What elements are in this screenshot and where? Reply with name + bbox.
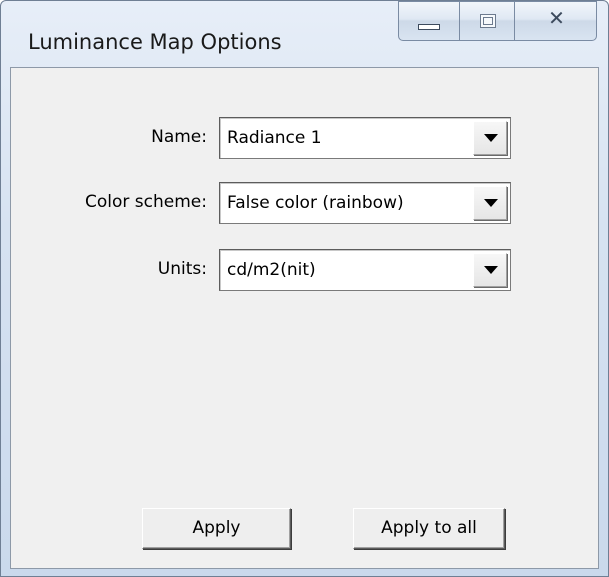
window-caption-buttons: ✕ — [398, 1, 597, 43]
apply-to-all-button[interactable]: Apply to all — [353, 508, 505, 549]
chevron-down-icon — [484, 199, 498, 207]
color-scheme-dropdown-value: False color (rainbow) — [227, 193, 404, 213]
close-button[interactable]: ✕ — [514, 1, 597, 41]
maximize-icon — [480, 14, 496, 28]
minimize-icon — [418, 24, 440, 30]
dialog-client-area: Name: Radiance 1 Color scheme: False col… — [10, 67, 599, 569]
units-dropdown-button[interactable] — [473, 253, 507, 287]
units-dropdown[interactable]: cd/m2(nit) — [219, 249, 511, 291]
color-scheme-row: Color scheme: False color (rainbow) — [11, 182, 600, 226]
chevron-down-icon — [484, 134, 498, 142]
color-scheme-dropdown[interactable]: False color (rainbow) — [219, 182, 511, 224]
minimize-button[interactable] — [398, 1, 460, 41]
name-dropdown-button[interactable] — [473, 121, 507, 155]
name-row: Name: Radiance 1 — [11, 117, 600, 161]
dialog-window: Luminance Map Options ✕ Name: Radiance 1 — [0, 0, 609, 577]
maximize-button[interactable] — [459, 1, 515, 41]
name-label: Name: — [151, 127, 207, 147]
window-title: Luminance Map Options — [28, 30, 282, 54]
color-scheme-label: Color scheme: — [85, 192, 207, 212]
apply-button[interactable]: Apply — [142, 508, 291, 549]
close-icon: ✕ — [548, 6, 565, 30]
chevron-down-icon — [484, 266, 498, 274]
color-scheme-dropdown-button[interactable] — [473, 186, 507, 220]
units-label: Units: — [157, 259, 207, 279]
units-row: Units: cd/m2(nit) — [11, 249, 600, 293]
name-dropdown-value: Radiance 1 — [227, 128, 322, 148]
units-dropdown-value: cd/m2(nit) — [227, 260, 316, 280]
title-bar[interactable]: Luminance Map Options ✕ — [1, 1, 608, 67]
name-dropdown[interactable]: Radiance 1 — [219, 117, 511, 159]
